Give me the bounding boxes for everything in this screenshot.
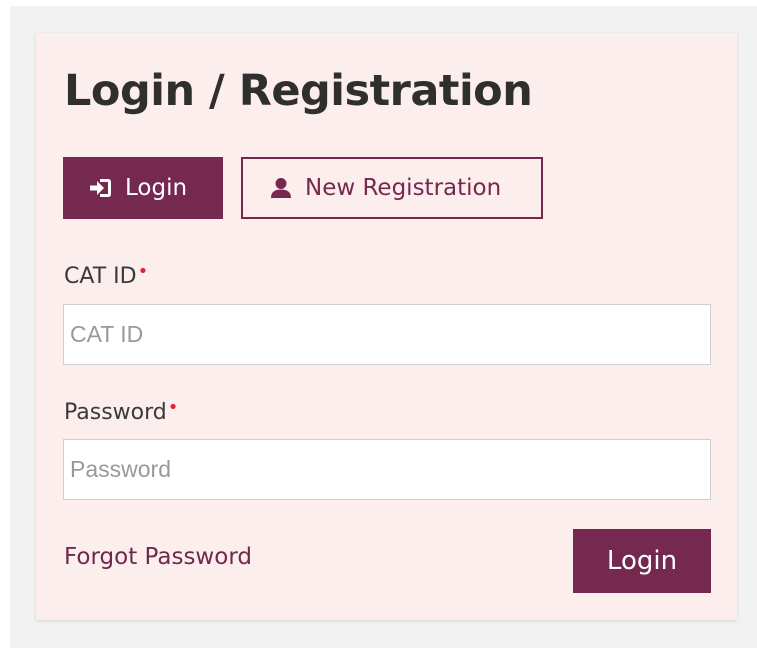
tab-new-registration-label: New Registration bbox=[305, 175, 502, 201]
login-card: Login / Registration Login New Registrat… bbox=[36, 33, 737, 620]
catid-label-text: CAT ID bbox=[64, 264, 137, 289]
password-label-text: Password bbox=[64, 400, 167, 425]
password-input[interactable] bbox=[63, 439, 711, 500]
tab-new-registration[interactable]: New Registration bbox=[241, 157, 543, 219]
forgot-password-link[interactable]: Forgot Password bbox=[64, 544, 252, 570]
catid-label: CAT ID• bbox=[64, 261, 148, 289]
tab-login[interactable]: Login bbox=[63, 157, 223, 219]
required-marker: • bbox=[137, 261, 149, 282]
sign-in-icon bbox=[89, 176, 113, 200]
tab-login-label: Login bbox=[125, 175, 188, 201]
login-submit-button[interactable]: Login bbox=[573, 529, 711, 593]
required-marker: • bbox=[167, 397, 179, 418]
page-title: Login / Registration bbox=[64, 66, 533, 116]
password-label: Password• bbox=[64, 397, 178, 425]
user-icon bbox=[269, 176, 293, 200]
catid-input[interactable] bbox=[63, 304, 711, 365]
